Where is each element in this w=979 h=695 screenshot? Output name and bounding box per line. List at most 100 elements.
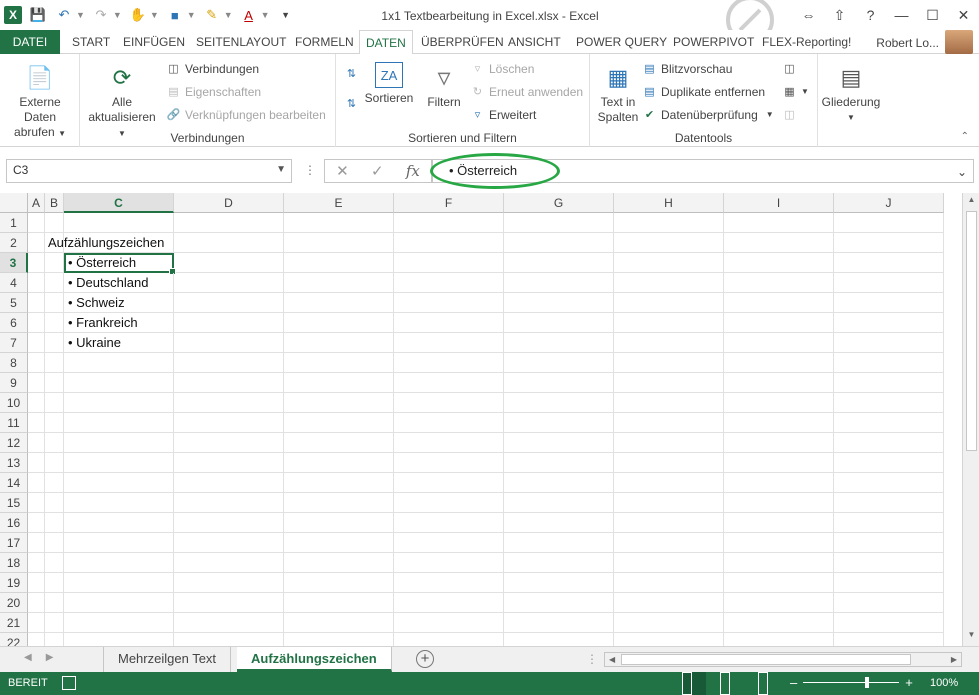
- cell-e22[interactable]: [284, 633, 394, 646]
- touch-mode-icon[interactable]: ✋: [128, 5, 148, 25]
- cell-i15[interactable]: [724, 493, 834, 513]
- vertical-scrollbar[interactable]: ▲ ▼: [962, 193, 979, 646]
- cell-b4[interactable]: [45, 273, 64, 293]
- tab-split-icon[interactable]: ⋮: [586, 652, 598, 666]
- what-if-button[interactable]: ▦ ▼: [782, 84, 809, 99]
- cell-a14[interactable]: [28, 473, 45, 493]
- cell-j10[interactable]: [834, 393, 944, 413]
- cell-f3[interactable]: [394, 253, 504, 273]
- cell-g10[interactable]: [504, 393, 614, 413]
- sheet-nav-icons[interactable]: ◀▶: [24, 652, 67, 663]
- reapply-button[interactable]: ↻ Erneut anwenden: [470, 84, 583, 99]
- cell-c5[interactable]: • Schweiz: [64, 293, 174, 313]
- fill-dropdown-icon[interactable]: ▼: [224, 10, 233, 20]
- cell-f4[interactable]: [394, 273, 504, 293]
- cell-h13[interactable]: [614, 453, 724, 473]
- cell-a5[interactable]: [28, 293, 45, 313]
- cell-h15[interactable]: [614, 493, 724, 513]
- cell-b8[interactable]: [45, 353, 64, 373]
- cell-a10[interactable]: [28, 393, 45, 413]
- row-header-19[interactable]: 19: [0, 573, 28, 593]
- cell-g14[interactable]: [504, 473, 614, 493]
- cell-d4[interactable]: [174, 273, 284, 293]
- row-header-22[interactable]: 22: [0, 633, 28, 646]
- column-header-a[interactable]: A: [28, 193, 45, 213]
- cell-c9[interactable]: [64, 373, 174, 393]
- cell-b11[interactable]: [45, 413, 64, 433]
- tab-power-query[interactable]: POWER QUERY: [576, 30, 667, 54]
- avatar[interactable]: [945, 30, 973, 54]
- cell-e19[interactable]: [284, 573, 394, 593]
- cell-d15[interactable]: [174, 493, 284, 513]
- cell-e1[interactable]: [284, 213, 394, 233]
- flash-fill-button[interactable]: ▤ Blitzvorschau: [642, 61, 732, 76]
- cell-c2[interactable]: [64, 233, 174, 253]
- cell-j8[interactable]: [834, 353, 944, 373]
- vertical-scroll-thumb[interactable]: [966, 211, 977, 451]
- cell-e16[interactable]: [284, 513, 394, 533]
- select-all-corner[interactable]: [0, 193, 28, 213]
- cell-h17[interactable]: [614, 533, 724, 553]
- cell-g8[interactable]: [504, 353, 614, 373]
- cell-e8[interactable]: [284, 353, 394, 373]
- cell-h22[interactable]: [614, 633, 724, 646]
- cell-i22[interactable]: [724, 633, 834, 646]
- cell-g15[interactable]: [504, 493, 614, 513]
- cell-f11[interactable]: [394, 413, 504, 433]
- cell-b13[interactable]: [45, 453, 64, 473]
- cell-f10[interactable]: [394, 393, 504, 413]
- cell-j5[interactable]: [834, 293, 944, 313]
- customize-qat-icon[interactable]: ▼: [276, 5, 296, 25]
- row-header-4[interactable]: 4: [0, 273, 28, 293]
- window-resize-icon[interactable]: ⇔: [793, 0, 824, 30]
- row-header-7[interactable]: 7: [0, 333, 28, 353]
- font-color-icon[interactable]: A: [239, 5, 259, 25]
- cell-h7[interactable]: [614, 333, 724, 353]
- row-header-18[interactable]: 18: [0, 553, 28, 573]
- ribbon-display-icon[interactable]: ⇧: [824, 0, 855, 30]
- cell-g12[interactable]: [504, 433, 614, 453]
- text-to-columns-button[interactable]: ▦ Text in Spalten: [594, 62, 642, 125]
- cell-f19[interactable]: [394, 573, 504, 593]
- cell-d22[interactable]: [174, 633, 284, 646]
- cell-d7[interactable]: [174, 333, 284, 353]
- normal-view-icon[interactable]: [682, 672, 706, 695]
- cell-h8[interactable]: [614, 353, 724, 373]
- cell-h20[interactable]: [614, 593, 724, 613]
- cell-f12[interactable]: [394, 433, 504, 453]
- column-header-f[interactable]: F: [394, 193, 504, 213]
- cell-a17[interactable]: [28, 533, 45, 553]
- cell-j13[interactable]: [834, 453, 944, 473]
- cell-e12[interactable]: [284, 433, 394, 453]
- name-box[interactable]: C3 ▼: [6, 159, 292, 183]
- tab-start[interactable]: START: [72, 30, 110, 54]
- add-sheet-icon[interactable]: +: [416, 650, 434, 668]
- cell-g6[interactable]: [504, 313, 614, 333]
- cell-c22[interactable]: [64, 633, 174, 646]
- cell-b15[interactable]: [45, 493, 64, 513]
- cell-f18[interactable]: [394, 553, 504, 573]
- zoom-in-icon[interactable]: +: [905, 675, 913, 690]
- zoom-out-icon[interactable]: –: [790, 675, 797, 690]
- undo-icon[interactable]: ↶: [54, 5, 74, 25]
- cell-h6[interactable]: [614, 313, 724, 333]
- cell-a19[interactable]: [28, 573, 45, 593]
- column-header-h[interactable]: H: [614, 193, 724, 213]
- cell-j11[interactable]: [834, 413, 944, 433]
- cell-b12[interactable]: [45, 433, 64, 453]
- cell-j20[interactable]: [834, 593, 944, 613]
- row-header-9[interactable]: 9: [0, 373, 28, 393]
- cell-c11[interactable]: [64, 413, 174, 433]
- cell-g5[interactable]: [504, 293, 614, 313]
- cell-j12[interactable]: [834, 433, 944, 453]
- row-header-1[interactable]: 1: [0, 213, 28, 233]
- cell-a9[interactable]: [28, 373, 45, 393]
- cell-c1[interactable]: [64, 213, 174, 233]
- cell-j19[interactable]: [834, 573, 944, 593]
- cell-f14[interactable]: [394, 473, 504, 493]
- outline-button[interactable]: ▤ Gliederung ▼: [818, 62, 884, 125]
- cell-c15[interactable]: [64, 493, 174, 513]
- cell-i8[interactable]: [724, 353, 834, 373]
- cell-h18[interactable]: [614, 553, 724, 573]
- cell-j17[interactable]: [834, 533, 944, 553]
